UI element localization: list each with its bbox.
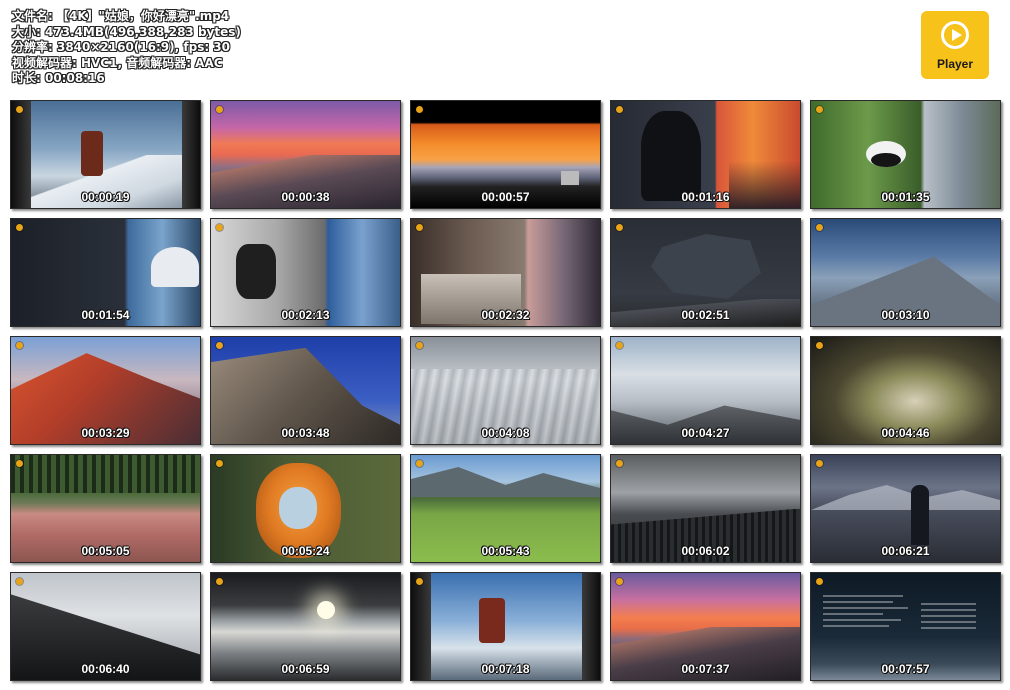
thumbnail-frame[interactable]: 00:04:27 <box>610 336 801 445</box>
frame-timestamp: 00:02:13 <box>281 308 330 322</box>
frame-timestamp: 00:06:40 <box>81 662 130 676</box>
thumbnail-frame[interactable]: 00:06:59 <box>210 572 401 681</box>
frame-timestamp: 00:00:57 <box>481 190 530 204</box>
frame-timestamp: 00:06:02 <box>681 544 730 558</box>
channel-logo-icon <box>16 106 23 113</box>
thumbnail-frame[interactable]: 00:03:29 <box>10 336 201 445</box>
thumbnail-frame[interactable]: 00:04:46 <box>810 336 1001 445</box>
thumbnail-frame[interactable]: 00:03:48 <box>210 336 401 445</box>
channel-logo-icon <box>416 460 423 467</box>
thumbnail-frame[interactable]: 00:01:16 <box>610 100 801 209</box>
play-circle-icon <box>941 21 969 49</box>
thumbnail-frame[interactable]: 00:07:37 <box>610 572 801 681</box>
channel-logo-icon <box>416 224 423 231</box>
frame-timestamp: 00:07:57 <box>881 662 930 676</box>
thumbnail-frame[interactable]: 00:05:24 <box>210 454 401 563</box>
thumbnail-frame[interactable]: 00:05:05 <box>10 454 201 563</box>
frame-timestamp: 00:03:10 <box>881 308 930 322</box>
frame-timestamp: 00:05:43 <box>481 544 530 558</box>
channel-logo-icon <box>16 460 23 467</box>
duration-line: 时长: 00:08:16 <box>12 71 105 86</box>
channel-logo-icon <box>16 342 23 349</box>
thumbnail-frame[interactable]: 00:05:43 <box>410 454 601 563</box>
channel-logo-icon <box>216 106 223 113</box>
channel-logo-icon <box>16 224 23 231</box>
channel-logo-icon <box>816 342 823 349</box>
thumbnail-frame[interactable]: 00:01:35 <box>810 100 1001 209</box>
thumbnail-frame[interactable]: 00:06:21 <box>810 454 1001 563</box>
frame-timestamp: 00:01:35 <box>881 190 930 204</box>
frame-timestamp: 00:00:19 <box>81 190 130 204</box>
thumbnail-frame[interactable]: 00:07:18 <box>410 572 601 681</box>
channel-logo-icon <box>616 460 623 467</box>
frame-timestamp: 00:02:32 <box>481 308 530 322</box>
frame-timestamp: 00:03:48 <box>281 426 330 440</box>
thumbnail-frame[interactable]: 00:06:02 <box>610 454 801 563</box>
frame-timestamp: 00:00:38 <box>281 190 330 204</box>
frame-timestamp: 00:01:54 <box>81 308 130 322</box>
thumbnail-frame[interactable]: 00:03:10 <box>810 218 1001 327</box>
resolution-line: 分辨率: 3840×2160(16:9), fps: 30 <box>12 40 231 55</box>
channel-logo-icon <box>816 578 823 585</box>
player-logo-label: Player <box>936 57 974 71</box>
frame-timestamp: 00:05:05 <box>81 544 130 558</box>
file-info-panel: 文件名: 【4K】"姑娘，你好漂亮".mp4 大小: 473.4MB(496,3… <box>12 9 241 87</box>
frame-timestamp: 00:04:27 <box>681 426 730 440</box>
frame-timestamp: 00:01:16 <box>681 190 730 204</box>
channel-logo-icon <box>816 460 823 467</box>
thumbnail-frame[interactable]: 00:02:32 <box>410 218 601 327</box>
file-size-line: 大小: 473.4MB(496,388,283 bytes) <box>12 24 241 39</box>
channel-logo-icon <box>216 578 223 585</box>
frame-timestamp: 00:07:18 <box>481 662 530 676</box>
thumbnail-frame[interactable]: 00:02:13 <box>210 218 401 327</box>
channel-logo-icon <box>616 106 623 113</box>
channel-logo-icon <box>416 106 423 113</box>
frame-timestamp: 00:02:51 <box>681 308 730 322</box>
channel-logo-icon <box>216 460 223 467</box>
channel-logo-icon <box>616 224 623 231</box>
frame-timestamp: 00:04:46 <box>881 426 930 440</box>
file-name-line: 文件名: 【4K】"姑娘，你好漂亮".mp4 <box>12 9 230 23</box>
thumbnail-frame[interactable]: 00:01:54 <box>10 218 201 327</box>
channel-logo-icon <box>416 578 423 585</box>
thumbnail-frame[interactable]: 00:00:57 <box>410 100 601 209</box>
frame-timestamp: 00:04:08 <box>481 426 530 440</box>
channel-logo-icon <box>16 578 23 585</box>
frame-timestamp: 00:06:59 <box>281 662 330 676</box>
channel-logo-icon <box>816 106 823 113</box>
frame-timestamp: 00:05:24 <box>281 544 330 558</box>
channel-logo-icon <box>616 578 623 585</box>
channel-logo-icon <box>216 224 223 231</box>
thumbnail-frame[interactable]: 00:02:51 <box>610 218 801 327</box>
channel-logo-icon <box>616 342 623 349</box>
channel-logo-icon <box>416 342 423 349</box>
frame-timestamp: 00:07:37 <box>681 662 730 676</box>
player-logo: Player <box>921 11 989 79</box>
thumbnail-frame[interactable]: 00:07:57 <box>810 572 1001 681</box>
channel-logo-icon <box>816 224 823 231</box>
frame-timestamp: 00:06:21 <box>881 544 930 558</box>
codec-line: 视频解码器: HVC1, 音频解码器: AAC <box>12 55 223 70</box>
channel-logo-icon <box>216 342 223 349</box>
thumbnail-frame[interactable]: 00:00:19 <box>10 100 201 209</box>
frame-timestamp: 00:03:29 <box>81 426 130 440</box>
thumbnail-frame[interactable]: 00:00:38 <box>210 100 401 209</box>
thumbnail-frame[interactable]: 00:04:08 <box>410 336 601 445</box>
thumbnail-frame[interactable]: 00:06:40 <box>10 572 201 681</box>
